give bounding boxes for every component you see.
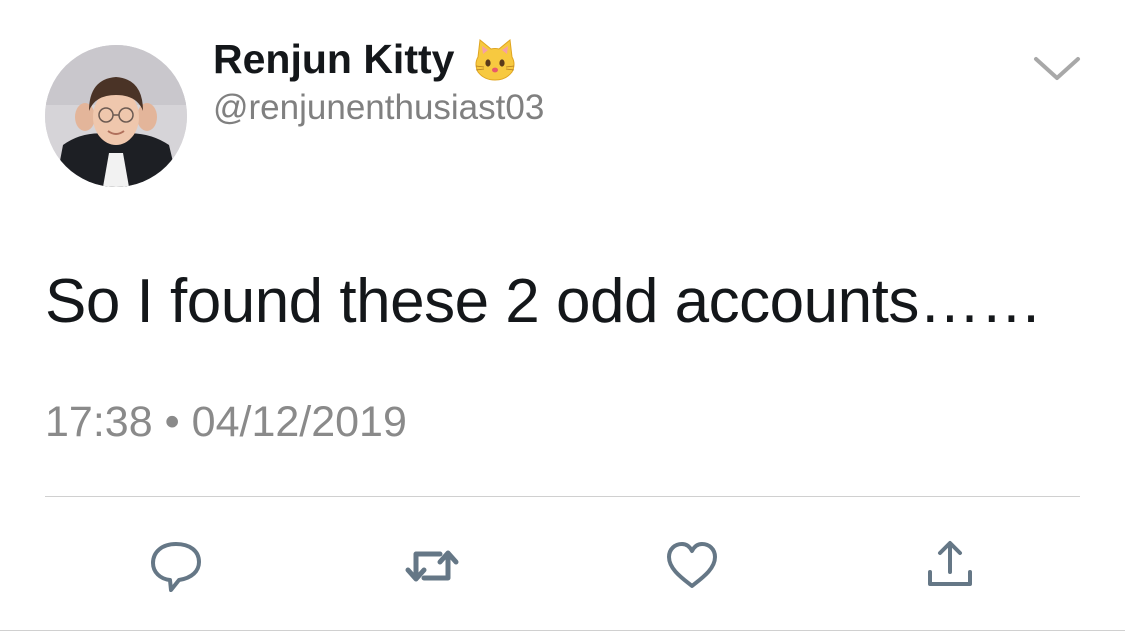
bottom-divider xyxy=(0,630,1125,631)
cat-face-icon xyxy=(472,37,518,83)
tweet-text: So I found these 2 odd accounts…… xyxy=(45,267,1042,336)
avatar[interactable] xyxy=(45,45,187,187)
reply-button[interactable] xyxy=(148,538,204,594)
avatar-photo xyxy=(45,45,187,187)
retweet-button[interactable] xyxy=(404,538,460,594)
user-handle[interactable]: @renjunenthusiast03 xyxy=(213,88,544,128)
retweet-icon xyxy=(405,550,459,582)
share-button[interactable] xyxy=(922,538,978,594)
like-button[interactable] xyxy=(664,538,720,594)
divider xyxy=(45,496,1080,497)
reply-icon xyxy=(151,542,201,592)
tweet-date: 04/12/2019 xyxy=(191,398,407,446)
heart-icon xyxy=(667,542,717,588)
display-name[interactable]: Renjun Kitty xyxy=(213,36,518,83)
tweet-card: Renjun Kitty @renjunenthusiast03 So I fo… xyxy=(0,0,1125,632)
timestamp-separator: • xyxy=(164,398,180,446)
tweet-time: 17:38 xyxy=(45,398,153,446)
tweet-timestamp[interactable]: 17:38 • 04/12/2019 xyxy=(45,398,407,447)
display-name-text: Renjun Kitty xyxy=(213,36,455,82)
share-icon xyxy=(928,541,972,586)
chevron-down-icon[interactable] xyxy=(1032,52,1082,86)
